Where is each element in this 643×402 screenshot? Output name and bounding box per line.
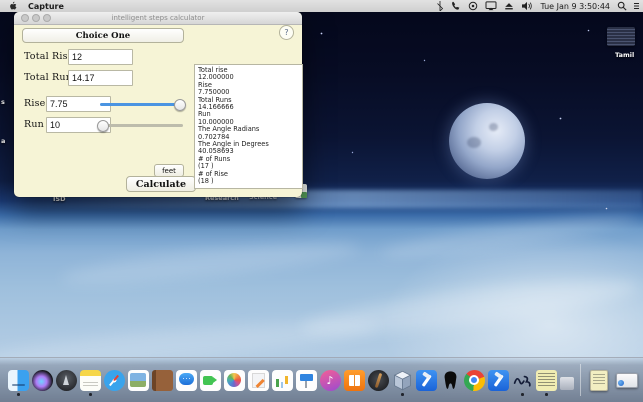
run-slider-track[interactable] — [100, 124, 183, 127]
launchpad-icon[interactable] — [56, 370, 77, 391]
help-button[interactable]: ? — [279, 25, 294, 40]
itunes-icon[interactable]: ♪ — [320, 370, 341, 391]
rise-slider-track[interactable] — [100, 103, 183, 106]
airplay-display-icon[interactable] — [485, 1, 497, 11]
edge-desktop-label2[interactable]: a — [1, 137, 5, 145]
3d-cube-app-icon[interactable] — [392, 370, 413, 391]
rise-label: Rise — [24, 98, 46, 109]
siri-icon[interactable] — [32, 370, 53, 391]
minimized-window-1[interactable] — [616, 373, 638, 388]
steps-calculator-app-icon[interactable] — [536, 370, 557, 391]
preview-icon[interactable] — [128, 370, 149, 391]
notes-icon[interactable] — [80, 370, 101, 391]
finder-icon[interactable] — [8, 370, 29, 391]
running-indicator — [545, 393, 548, 396]
calculate-button[interactable]: Calculate — [126, 176, 196, 192]
tamil-desktop-label[interactable]: Tamil — [615, 51, 634, 59]
notification-center-icon[interactable] — [634, 1, 639, 11]
safari-icon[interactable] — [104, 370, 125, 391]
moon — [449, 103, 525, 179]
xcode-icon[interactable] — [416, 370, 437, 391]
rise-slider-knob[interactable] — [174, 99, 186, 111]
edge-desktop-label[interactable]: s — [1, 98, 5, 106]
output-line: (18 ) — [198, 178, 302, 185]
run-slider-knob[interactable] — [97, 120, 109, 132]
facetime-icon[interactable] — [200, 370, 221, 391]
menu-clock[interactable]: Tue Jan 9 3:50:44 — [540, 2, 610, 11]
apple-menu-icon[interactable] — [9, 1, 18, 11]
running-indicator — [17, 393, 20, 396]
total-run-label: Total Run — [24, 72, 72, 83]
total-run-input[interactable] — [68, 70, 133, 86]
pages-icon[interactable] — [248, 370, 269, 391]
time-machine-icon[interactable] — [468, 1, 478, 11]
window-titlebar[interactable]: intelligent steps calculator — [14, 12, 302, 25]
garageband-icon[interactable] — [368, 370, 389, 391]
total-rise-label: Total Rise — [24, 51, 74, 62]
keynote-icon[interactable] — [296, 370, 317, 391]
messages-icon[interactable] — [176, 370, 197, 391]
window-title: intelligent steps calculator — [14, 14, 302, 22]
total-rise-input[interactable] — [68, 49, 133, 65]
photos-icon[interactable] — [224, 370, 245, 391]
menu-bar: Capture Tue Jan 9 3:50:44 — [0, 0, 643, 12]
run-label: Run — [24, 119, 44, 130]
active-app-name[interactable]: Capture — [28, 2, 64, 11]
tooth-app-icon[interactable] — [440, 370, 461, 391]
output-line: 14.166666 — [198, 104, 302, 111]
running-indicator — [521, 393, 524, 396]
dictionary-icon[interactable] — [152, 370, 173, 391]
gray-window-icon[interactable] — [560, 377, 574, 390]
volume-icon[interactable] — [521, 1, 533, 11]
calculator-window: intelligent steps calculator Choice One … — [14, 12, 302, 197]
tamil-app-icon[interactable] — [512, 370, 533, 391]
choice-popup-button[interactable]: Choice One — [22, 28, 184, 43]
ibooks-icon[interactable] — [344, 370, 365, 391]
desktop: Capture Tue Jan 9 3:50:44 Tamil ISD Rese… — [0, 0, 643, 402]
numbers-icon[interactable] — [272, 370, 293, 391]
xcode-alt-icon[interactable] — [488, 370, 509, 391]
dock: ♪ — [0, 357, 643, 402]
tamil-desktop-icon[interactable] — [607, 27, 635, 46]
chrome-icon[interactable] — [464, 370, 485, 391]
spotlight-search-icon[interactable] — [617, 1, 627, 11]
results-textarea[interactable]: Total rise 12.000000 Rise 7.750000 Total… — [194, 64, 303, 189]
cloud-streak — [59, 234, 360, 291]
bluetooth-icon[interactable] — [436, 1, 444, 11]
dock-separator — [580, 364, 581, 396]
output-line: 12.000000 — [198, 74, 302, 81]
running-indicator — [89, 393, 92, 396]
minimized-steps-window[interactable] — [590, 370, 608, 391]
eject-icon[interactable] — [504, 1, 514, 11]
phone-icon[interactable] — [451, 1, 461, 11]
running-indicator — [401, 393, 404, 396]
